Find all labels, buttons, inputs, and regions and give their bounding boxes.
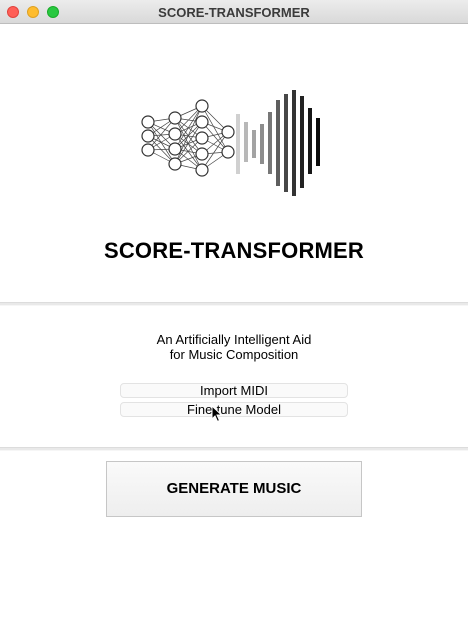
mouse-pointer-icon <box>211 404 223 428</box>
section-divider <box>0 302 468 306</box>
window-titlebar: SCORE-TRANSFORMER <box>0 0 468 24</box>
subtitle-line-1: An Artificially Intelligent Aid <box>156 332 312 347</box>
generate-music-button[interactable]: GENERATE MUSIC <box>106 461 362 517</box>
import-midi-button[interactable]: Import MIDI <box>120 383 348 398</box>
app-subtitle: An Artificially Intelligent Aid for Musi… <box>0 332 468 362</box>
fine-tune-model-button[interactable]: Fine-tune Model <box>120 402 348 417</box>
window-title: SCORE-TRANSFORMER <box>158 5 310 20</box>
app-heading: SCORE-TRANSFORMER <box>103 238 365 263</box>
app-logo-icon <box>138 86 330 203</box>
subtitle-line-2: for Music Composition <box>169 347 299 362</box>
section-divider <box>0 447 468 451</box>
